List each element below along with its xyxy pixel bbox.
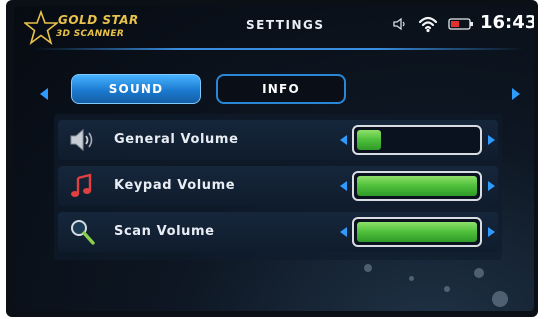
volume-slider-fill <box>357 130 381 150</box>
tab-prev-arrow-icon[interactable] <box>40 88 48 100</box>
increase-arrow-icon[interactable] <box>488 181 495 191</box>
decorative-dot <box>364 264 372 272</box>
battery-icon <box>448 18 473 30</box>
clock: 16:43 <box>480 12 534 33</box>
music-note-icon <box>71 173 92 197</box>
top-bar: GOLD STAR 3D SCANNER SETTINGS 16:43 <box>14 6 534 48</box>
setting-label: Keypad Volume <box>114 178 236 193</box>
volume-slider[interactable] <box>352 171 482 201</box>
volume-slider[interactable] <box>352 217 482 247</box>
tab-sound[interactable]: SOUND <box>71 74 201 104</box>
decorative-dot <box>444 286 450 292</box>
decrease-arrow-icon[interactable] <box>340 135 347 145</box>
device-frame: GOLD STAR 3D SCANNER SETTINGS 16:43 SOUN… <box>6 0 538 317</box>
increase-arrow-icon[interactable] <box>488 227 495 237</box>
decrease-arrow-icon[interactable] <box>340 181 347 191</box>
setting-label: General Volume <box>114 132 239 147</box>
volume-slider-fill <box>357 176 477 196</box>
wifi-icon <box>418 16 438 33</box>
setting-row-general-volume: General Volume <box>58 120 498 160</box>
setting-row-keypad-volume: Keypad Volume <box>58 166 498 206</box>
decorative-dot <box>492 291 508 307</box>
speaker-icon <box>393 17 405 31</box>
speaker-icon <box>70 128 93 152</box>
decorative-dot <box>474 268 484 278</box>
logo: GOLD STAR 3D SCANNER <box>24 9 144 47</box>
volume-slider[interactable] <box>352 125 482 155</box>
increase-arrow-icon[interactable] <box>488 135 495 145</box>
logo-line2: 3D SCANNER <box>56 29 125 39</box>
magnifier-icon <box>71 220 95 245</box>
decorative-dot <box>409 276 414 281</box>
screen: GOLD STAR 3D SCANNER SETTINGS 16:43 SOUN… <box>14 6 534 311</box>
setting-row-scan-volume: Scan Volume <box>58 212 498 252</box>
volume-slider-fill <box>357 222 477 242</box>
decrease-arrow-icon[interactable] <box>340 227 347 237</box>
tab-next-arrow-icon[interactable] <box>512 88 520 100</box>
setting-label: Scan Volume <box>114 224 215 239</box>
tab-info[interactable]: INFO <box>216 74 346 104</box>
page-title: SETTINGS <box>246 18 325 32</box>
header-divider <box>34 48 524 50</box>
logo-line1: GOLD STAR <box>58 13 139 27</box>
star-icon <box>24 10 58 46</box>
